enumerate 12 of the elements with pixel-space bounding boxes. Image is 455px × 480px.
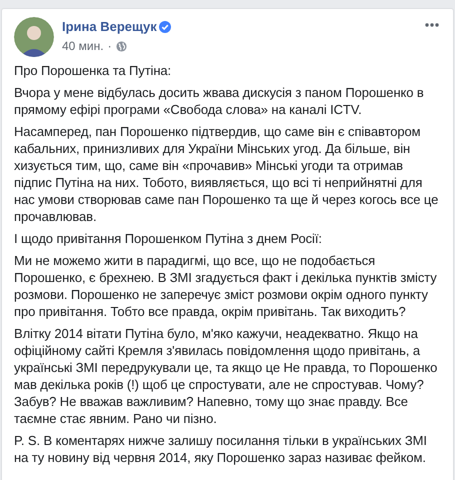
post-paragraph: P. S. В коментарях нижче залишу посилання тільки в українських ЗМІ на ту новину від червня 2014, яку Порошенко зараз називає фейком. (14, 432, 428, 466)
more-options-icon[interactable] (425, 23, 439, 27)
post-paragraph: Влітку 2014 вітати Путіна було, м'яко кажучи, неадекватно. Якщо на офіційному сайті Кремля з'явилась повідомлення щодо привітань, а українські ЗМІ передрукували це, та якщо це Не правда, то Порошенко мав декілька років (!) щоб це спростувати, але не спростував. Чому? Забув? Не вважав важливим? Напевно, тому що знає правду. Все таємне стає явним. Рано чи пізно. (14, 325, 438, 427)
post-time[interactable]: 40 мин. (62, 38, 104, 54)
post-paragraph: І щодо привітання Порошенком Путіна з днем Росії: (14, 230, 323, 247)
post-paragraph: Вчора у мене відбулась досить жвава дискусія з паном Порошенко в прямому ефірі програми «Свобода слова» на каналі ICTV. (14, 84, 425, 118)
separator-dot: · (108, 38, 112, 54)
post-paragraph: Насамперед, пан Порошенко підтвердив, що саме він є співавтором кабальних, принизливих для України Мінських угод. Да більше, він хизується тим, що, саме він «прочавив» Мінські угоди та отримав підпис Путіна на них. Тобото, виявляється, що всі ті неприйнятні для нас умови створював саме пан Порошенко та ще й через когось все це прочавлював. (14, 123, 439, 225)
post-paragraph: Про Порошенка та Путіна: (14, 62, 172, 79)
post-paragraph: Ми не можемо жити в парадигмі, що все, що не подобається Порошенко, є брехнею. В ЗМІ згадується факт і декілька пунктів змісту розмови. Порошенко не заперечує зміст розмови окрім одного пункту про привітання. Тобто все правда, окрім привітань. Так виходить? (14, 252, 438, 320)
author-name[interactable]: Ірина Верещук (62, 18, 157, 36)
globe-icon[interactable] (116, 40, 127, 52)
